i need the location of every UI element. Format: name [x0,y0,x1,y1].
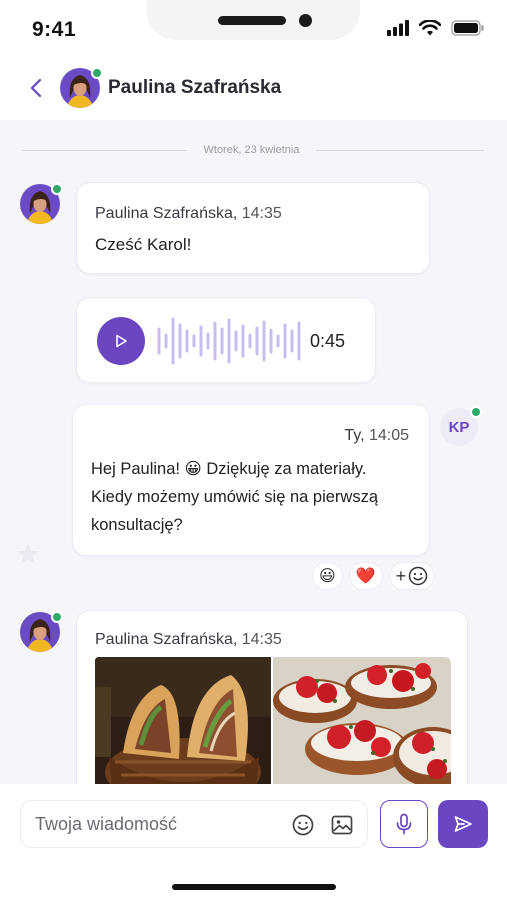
own-avatar[interactable]: KP [440,406,482,446]
date-label: Wtorek, 23 kwietnia [203,144,300,156]
status-bar: 9:41 [0,0,507,58]
message-bubble[interactable]: Paulina Szafrańska, 14:35 Cześć Karol! [76,182,430,274]
own-avatar-initials: KP [448,418,470,436]
status-time: 9:41 [32,18,77,41]
message-author-line: Paulina Szafrańska, 14:35 [95,205,282,222]
contact-name: Paulina Szafrańska [108,77,282,98]
chevron-left-icon [30,78,42,98]
photo-bruschetta[interactable] [273,657,451,797]
own-message-bubble[interactable]: Ty, 14:05 Hej Paulina! 😀 Dziękuję za mat… [72,404,430,556]
image-icon[interactable] [330,813,354,837]
message-author: Paulina Szafrańska [95,631,233,648]
message-composer [0,784,507,900]
emoji-icon[interactable] [291,813,315,837]
sender-avatar[interactable] [20,183,63,224]
reactions-bar: 😃 ❤️ + [312,562,436,590]
send-button[interactable] [438,800,488,848]
reaction-heart[interactable]: ❤️ [348,562,383,590]
chat-header: Paulina Szafrańska [0,58,507,120]
online-indicator [51,183,63,195]
photo-sandwiches[interactable] [95,657,271,797]
add-reaction-plus: + [395,565,407,586]
status-icons [387,20,485,36]
message-input[interactable] [35,801,285,847]
play-icon [116,334,127,348]
message-author-line: Paulina Szafrańska, 14:35 [95,631,282,648]
image-message-bubble[interactable]: Paulina Szafrańska, 14:35 [76,610,468,810]
message-time: 14:35 [241,205,282,222]
reaction-grin[interactable]: 😃 [312,562,343,590]
microphone-icon [396,813,412,835]
waveform-icon [157,317,301,365]
online-indicator [470,406,482,418]
voice-message-bubble[interactable]: 0:45 [76,297,376,383]
device-notch [146,0,360,40]
star-icon [17,543,39,564]
signal-icon [387,20,409,36]
online-indicator [91,67,103,79]
contact-avatar[interactable] [60,67,103,108]
back-button[interactable] [26,74,46,102]
message-author-line: Ty, 14:05 [344,427,409,444]
home-indicator [172,884,336,890]
voice-duration: 0:45 [310,331,346,351]
message-time: 14:05 [368,427,409,444]
message-text: Cześć Karol! [95,235,192,254]
add-reaction-button[interactable]: + [388,562,436,590]
online-indicator [51,611,63,623]
message-author: Ty [344,427,361,444]
battery-icon [451,20,484,36]
message-text: Hej Paulina! 😀 Dziękuję za materiały. Ki… [91,460,379,534]
play-button[interactable] [97,317,145,365]
send-icon [454,816,472,832]
smiley-icon [408,566,428,586]
message-author: Paulina Szafrańska [95,205,233,222]
sender-avatar[interactable] [20,611,63,652]
voice-record-button[interactable] [380,800,428,848]
date-separator: Wtorek, 23 kwietnia [22,142,484,160]
wifi-icon [419,20,441,36]
message-input-container [20,800,368,848]
message-time: 14:35 [241,631,282,648]
